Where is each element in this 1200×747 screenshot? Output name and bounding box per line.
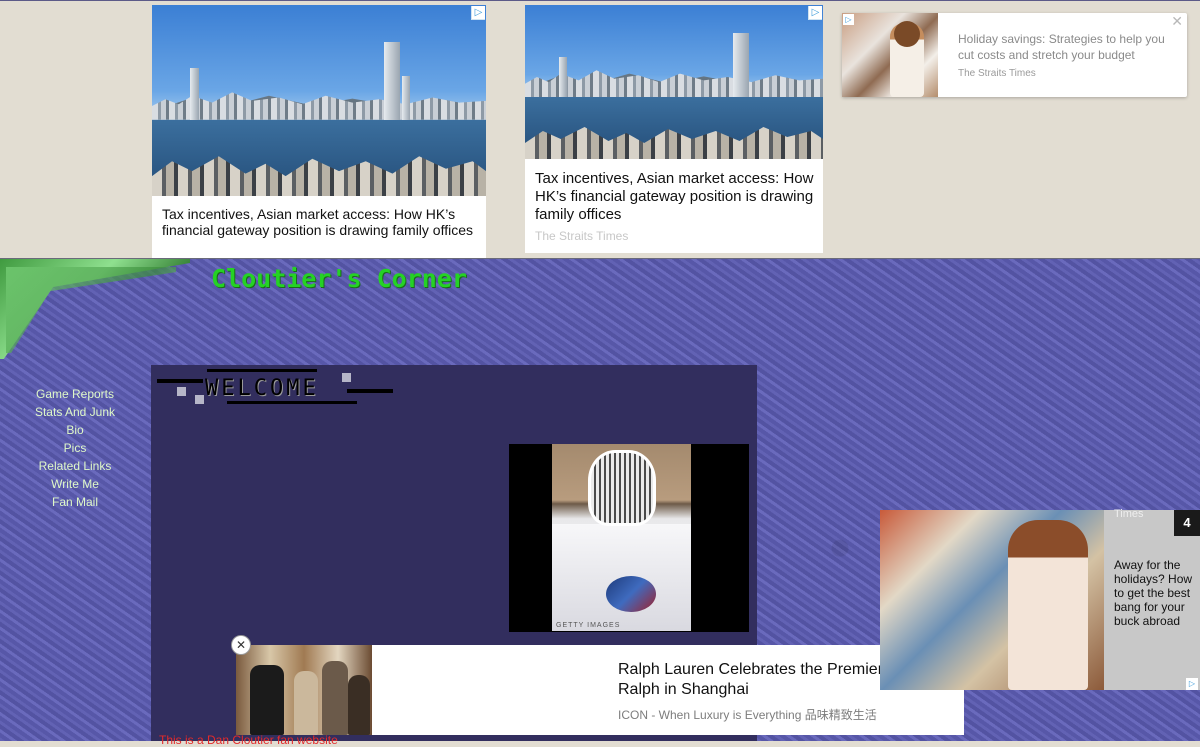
nav-link-stats[interactable]: Stats And Junk xyxy=(0,403,150,421)
nav-link-related-links[interactable]: Related Links xyxy=(0,457,150,475)
hk-ad-card-1[interactable]: ▷ Tax incentives, Asian market access: H… xyxy=(152,5,486,258)
divider xyxy=(0,0,1200,1)
goalie-photo[interactable]: GETTY IMAGES xyxy=(509,444,749,632)
ad-headline[interactable]: Away for the holidays? How to get the be… xyxy=(1114,558,1198,628)
ad-source: The Straits Times xyxy=(958,68,1036,79)
nav-link-bio[interactable]: Bio xyxy=(0,421,150,439)
close-icon[interactable]: ✕ xyxy=(1171,13,1183,30)
close-icon[interactable]: ✕ xyxy=(231,635,251,655)
ad-headline-line2[interactable]: Ralph in Shanghai xyxy=(618,680,749,700)
holiday-savings-ad[interactable]: ▷ Holiday savings: Strategies to help yo… xyxy=(842,13,1187,97)
site-note: This is a Dan Cloutier fan website xyxy=(159,733,338,747)
ralph-lauren-ad[interactable]: Ralph Lauren Celebrates the Premiere of … xyxy=(236,645,1118,735)
goalie-helmet xyxy=(588,450,656,526)
ad-source: ICON - When Luxury is Everything 品味精致生活 xyxy=(618,708,877,722)
ad-thumbnail: ▷ xyxy=(842,13,938,97)
welcome-banner: WELCOME xyxy=(157,367,397,405)
ad-source: The Straits Times xyxy=(535,229,629,243)
adchoices-icon[interactable]: ▷ xyxy=(808,6,822,20)
skyline-image xyxy=(525,5,823,159)
nav-link-write-me[interactable]: Write Me xyxy=(0,475,150,493)
adchoices-icon[interactable]: ▷ xyxy=(843,14,854,25)
adchoices-icon[interactable]: ▷ xyxy=(471,6,485,20)
ad-headline[interactable]: Tax incentives, Asian market access: How… xyxy=(535,170,817,224)
nav-link-pics[interactable]: Pics xyxy=(0,439,150,457)
nav-link-fan-mail[interactable]: Fan Mail xyxy=(0,493,150,511)
top-ad-area: ▷ Tax incentives, Asian market access: H… xyxy=(0,0,1200,258)
nav-link-game-reports[interactable]: Game Reports xyxy=(0,385,150,403)
ad-headline[interactable]: Holiday savings: Strategies to help you … xyxy=(958,31,1168,63)
ad-counter-badge: 4 xyxy=(1174,510,1200,536)
ad-thumbnail xyxy=(880,510,1104,690)
ad-source: Times xyxy=(1114,508,1144,520)
side-video-ad[interactable]: Times 4 Away for the holidays? How to ge… xyxy=(880,508,1200,690)
photo-credit: GETTY IMAGES xyxy=(556,622,621,629)
welcome-text: WELCOME xyxy=(205,376,319,401)
hk-ad-card-2[interactable]: ▷ Tax incentives, Asian market access: H… xyxy=(525,5,823,253)
ad-thumbnail xyxy=(236,645,372,735)
canucks-logo xyxy=(606,576,656,612)
skyline-image xyxy=(152,5,486,196)
site-nav: Game Reports Stats And Junk Bio Pics Rel… xyxy=(0,385,150,511)
ad-headline[interactable]: Tax incentives, Asian market access: How… xyxy=(162,206,480,238)
site-title: Cloutier's Corner xyxy=(211,264,467,293)
adchoices-icon[interactable]: ▷ xyxy=(1186,678,1198,690)
